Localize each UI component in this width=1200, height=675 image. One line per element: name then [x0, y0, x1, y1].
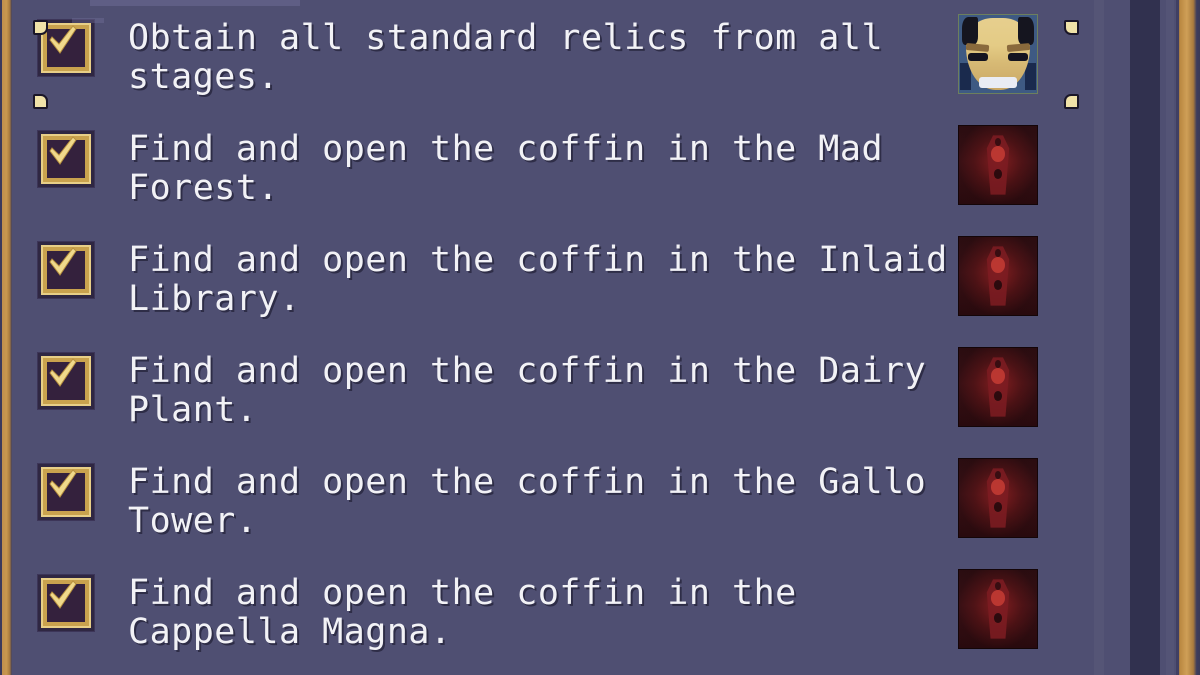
- checkmark-icon: [48, 246, 78, 278]
- objective-row[interactable]: Find and open the coffin in the Dairy Pl…: [12, 327, 1130, 438]
- objective-label: Find and open the coffin in the Cappella…: [128, 573, 797, 652]
- objective-checkbox[interactable]: [38, 575, 94, 631]
- objective-label: Find and open the coffin in the Mad Fore…: [128, 129, 884, 208]
- objective-row[interactable]: Find and open the coffin in the Mad Fore…: [12, 105, 1130, 216]
- objective-reward-icon: [958, 347, 1038, 427]
- objective-checkbox[interactable]: [38, 131, 94, 187]
- clipped-header-strip: [72, 18, 104, 23]
- objective-row[interactable]: Find and open the coffin in the Inlaid L…: [12, 216, 1130, 327]
- mask-icon: [958, 14, 1038, 94]
- objective-label: Find and open the coffin in the Gallo To…: [128, 462, 927, 541]
- coffin-icon: [958, 569, 1038, 649]
- objective-checkbox[interactable]: [38, 464, 94, 520]
- objective-label: Find and open the coffin in the Dairy Pl…: [128, 351, 927, 430]
- checkmark-icon: [48, 468, 78, 500]
- coffin-icon: [958, 458, 1038, 538]
- objective-reward-icon: [958, 569, 1038, 649]
- objective-reward-icon: [958, 236, 1038, 316]
- selection-corner-bottom-left: [33, 94, 48, 109]
- window-border-left: [0, 0, 12, 675]
- selection-corner-bottom-right: [1064, 94, 1079, 109]
- coffin-icon: [958, 125, 1038, 205]
- coffin-icon: [958, 347, 1038, 427]
- checkmark-icon: [48, 135, 78, 167]
- objective-checkbox[interactable]: [38, 242, 94, 298]
- objective-row[interactable]: Find and open the coffin in the Cappella…: [12, 549, 1130, 660]
- objective-row[interactable]: Obtain all standard relics from all stag…: [12, 0, 1130, 109]
- scrollbar-track[interactable]: [1130, 0, 1160, 675]
- objective-label: Find and open the coffin in the Inlaid L…: [128, 240, 948, 319]
- selection-corner-top-right: [1064, 20, 1079, 35]
- objective-reward-icon: [958, 458, 1038, 538]
- objective-checkbox[interactable]: [38, 353, 94, 409]
- objective-reward-icon: [958, 14, 1038, 94]
- clipped-header-strip: [90, 0, 300, 6]
- checkmark-icon: [48, 579, 78, 611]
- game-objectives-screen: Obtain all standard relics from all stag…: [0, 0, 1200, 675]
- objective-list: Obtain all standard relics from all stag…: [12, 0, 1130, 660]
- coffin-icon: [958, 236, 1038, 316]
- window-border-right: [1176, 0, 1200, 675]
- checkmark-icon: [48, 24, 78, 56]
- objective-row[interactable]: Find and open the coffin in the Gallo To…: [12, 438, 1130, 549]
- objective-reward-icon: [958, 125, 1038, 205]
- selection-corner-top-left: [33, 20, 48, 35]
- checkmark-icon: [48, 357, 78, 389]
- objective-label: Obtain all standard relics from all stag…: [128, 18, 884, 97]
